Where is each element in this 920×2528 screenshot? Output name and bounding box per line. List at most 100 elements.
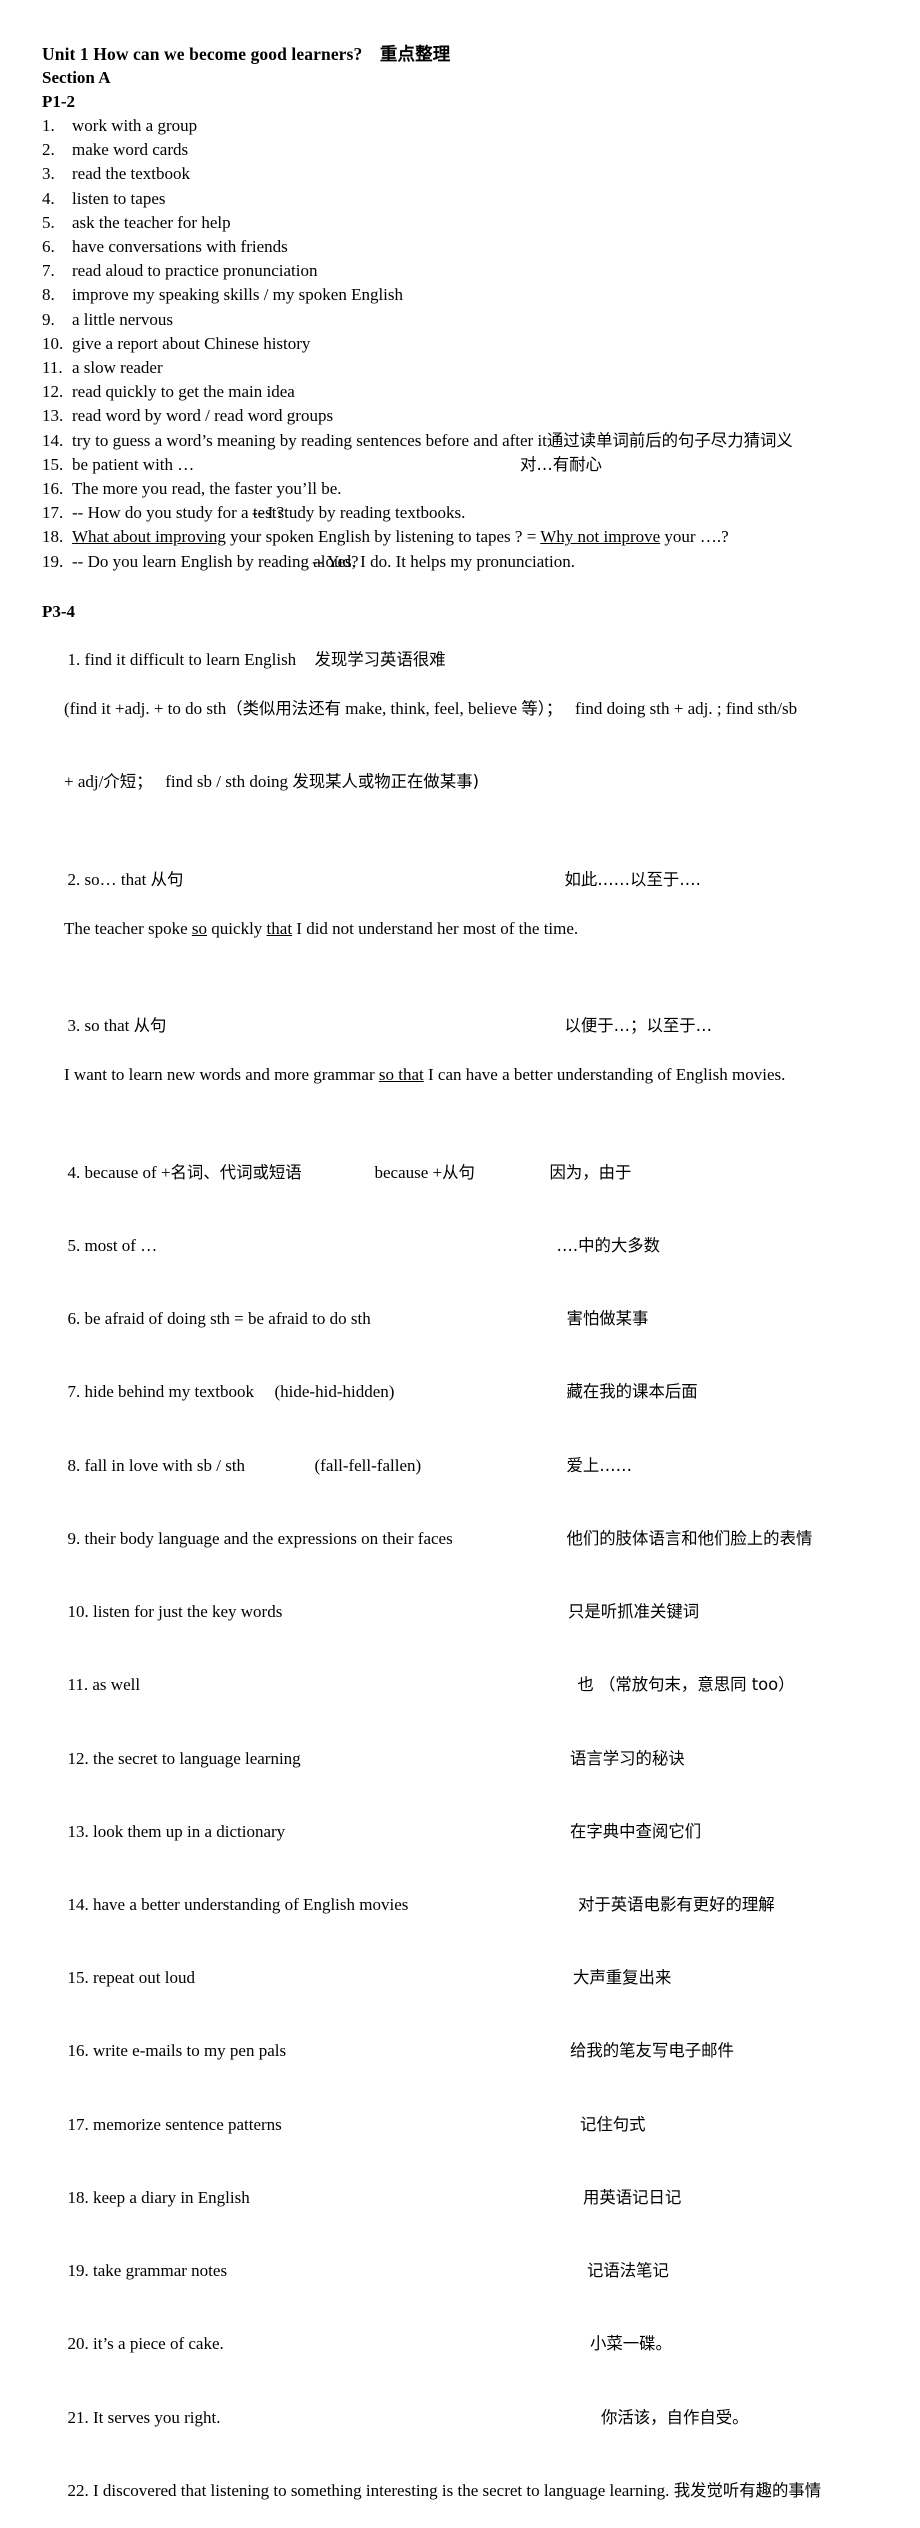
example-text: The teacher spoke <box>64 918 192 938</box>
list-item: 7. read aloud to practice pronunciation <box>42 259 894 283</box>
item-translation: 给我的笔友写电子邮件 <box>570 2041 734 2061</box>
list-item: 3. read the textbook <box>42 162 894 186</box>
item-number: 11. <box>67 1675 89 1695</box>
item-number: 12. <box>42 382 64 402</box>
item-translation: 语言学习的秘诀 <box>570 1748 685 1768</box>
list-item: 21. It serves you right. 你活该，自作自受。 <box>42 2381 894 2454</box>
list-item: 16. The more you read, the faster you’ll … <box>42 477 894 501</box>
list-item: 6. have conversations with friends <box>42 235 894 259</box>
list-item: 18. keep a diary in English 用英语记日记 <box>42 2161 894 2234</box>
item-text: find it difficult to learn English <box>84 650 297 670</box>
item-number: 2. <box>67 869 81 889</box>
item-number: 14. <box>67 1894 89 1914</box>
item-text: their body language and the expressions … <box>84 1528 453 1548</box>
item-number: 17. <box>42 503 64 523</box>
item-text: I discovered that listening to something… <box>93 2480 670 2500</box>
list-item: 4. because of +名词、代词或短语 because +从句 因为，由于 <box>42 1136 894 1209</box>
note-translation: 介短； <box>103 772 153 792</box>
item-number: 1. <box>42 116 55 135</box>
item-text: be afraid of doing sth = be afraid to do… <box>84 1309 371 1329</box>
example-highlight-1: so that <box>378 1065 424 1085</box>
item-number: 6. <box>67 1309 81 1329</box>
item-number: 18. <box>67 2187 89 2207</box>
item-number: 13. <box>67 1821 89 1841</box>
item-translation: ….中的大多数 <box>556 1236 661 1256</box>
item-number: 19. <box>67 2261 89 2281</box>
list-item: 7. hide behind my textbook (hide-hid-hidd… <box>42 1356 894 1429</box>
item-text: listen for just the key words <box>93 1602 283 1622</box>
example-highlight-2: that <box>266 918 293 938</box>
list-item: 10. give a report about Chinese history <box>42 332 894 356</box>
list-item: 9. their body language and the expressio… <box>42 1502 894 1575</box>
list-item: 11. a slow reader <box>42 356 894 380</box>
item-text: have conversations with friends <box>72 237 288 257</box>
item-example: I want to learn new words and more gramm… <box>42 1063 894 1087</box>
list-item: 17. -- How do you study for a test?-- I s… <box>42 501 894 525</box>
item-text: take grammar notes <box>93 2261 228 2281</box>
note-translation: 发现某人或物正在做某事) <box>292 772 480 792</box>
note-text: find doing sth + adj. ; find sth/sb <box>575 699 798 719</box>
item-question: -- Do you learn English by reading aloud… <box>72 551 359 571</box>
item-translation: 因为，由于 <box>549 1162 632 1182</box>
item-text: look them up in a dictionary <box>93 1821 286 1841</box>
list-item: 15. repeat out loud 大声重复出来 <box>42 1942 894 2015</box>
item-text: keep a diary in English <box>93 2187 250 2207</box>
section-heading: Section A <box>42 68 111 87</box>
item-number: 4. <box>67 1162 81 1182</box>
item-number: 1. <box>67 650 81 670</box>
list-item: 14. have a better understanding of Engli… <box>42 1869 894 1942</box>
item-translation: 记语法笔记 <box>587 2261 669 2281</box>
item-text-cn: 从句 <box>150 869 184 889</box>
item-number: 5. <box>67 1236 81 1256</box>
example-text: I want to learn new words and more gramm… <box>64 1065 379 1085</box>
item-number: 9. <box>67 1528 81 1548</box>
item-text: work with a group <box>72 116 198 135</box>
item-answer: -- Yes, I do. It helps my pronunciation. <box>312 551 576 571</box>
item-text: hide behind my textbook <box>84 1382 255 1402</box>
item-text: make word cards <box>72 140 189 160</box>
item-text: as well <box>92 1675 141 1695</box>
item-text: because of + <box>84 1162 171 1182</box>
list-item: 3. so that 从句 以便于…；以至于… I want to learn n… <box>42 990 894 1136</box>
list-item: 12. the secret to language learning 语言学习的… <box>42 1722 894 1795</box>
item-translation: 小菜一碟。 <box>590 2334 672 2354</box>
item-text: read quickly to get the main idea <box>72 382 295 402</box>
item-text: have a better understanding of English m… <box>93 1894 409 1914</box>
example-text: quickly <box>207 918 267 938</box>
list-item: 8. fall in love with sb / sth (fall-fell-… <box>42 1429 894 1502</box>
note-translation: （类似用法还有 <box>226 699 341 719</box>
item-answer: -- I study by reading textbooks. <box>252 503 466 523</box>
note-text: find sb / sth doing <box>165 772 289 792</box>
item-number: 11. <box>42 358 63 378</box>
item-question: -- How do you study for a test? <box>72 503 284 523</box>
list-item: 1. work with a group <box>42 114 894 138</box>
item-translation: 只是听抓准关键词 <box>568 1602 700 1622</box>
list-item: 2. so… that 从句 如此……以至于…. The teacher spok… <box>42 844 894 990</box>
list-item: 10. listen for just the key words 只是听抓准关键… <box>42 1576 894 1649</box>
item-number: 12. <box>67 1748 89 1768</box>
list-item: 16. write e-mails to my pen pals 给我的笔友写电子… <box>42 2015 894 2088</box>
item-text: the secret to language learning <box>93 1748 301 1768</box>
item-text: listen to tapes <box>72 188 166 208</box>
item-translation: 用英语记日记 <box>583 2187 682 2207</box>
item-translation: 害怕做某事 <box>566 1309 649 1329</box>
item-text: it’s a piece of cake. <box>93 2334 224 2354</box>
p3-4-list: 1. find it difficult to learn English 发现学… <box>42 624 894 2528</box>
item-text: memorize sentence patterns <box>93 2114 282 2134</box>
list-item: 9. a little nervous <box>42 308 894 332</box>
item-translation: 对…有耐心 <box>520 454 602 474</box>
list-item: 15. be patient with … 对…有耐心 <box>42 453 894 477</box>
page-label-p3-4: P3-4 <box>42 601 76 621</box>
list-item: 12. read quickly to get the main idea <box>42 380 894 404</box>
item-number: 16. <box>42 479 64 499</box>
item-text-2: (fall-fell-fallen) <box>314 1455 422 1475</box>
item-note-line-2: + adj/介短； find sb / sth doing 发现某人或物正在做某… <box>42 770 894 794</box>
p1-2-list: 1. work with a group 2. make word cards 3.… <box>42 114 894 574</box>
item-highlight-phrase-2: Why not improve <box>540 527 661 547</box>
item-text: be patient with … <box>72 454 195 474</box>
note-translation: 等）； <box>521 699 563 719</box>
page-label-p1-2: P1-2 <box>42 92 76 111</box>
item-text: write e-mails to my pen pals <box>93 2041 287 2061</box>
page-title: Unit 1 How can we become good learners? … <box>42 44 451 64</box>
list-item: 14. try to guess a word’s meaning by read… <box>42 429 894 453</box>
